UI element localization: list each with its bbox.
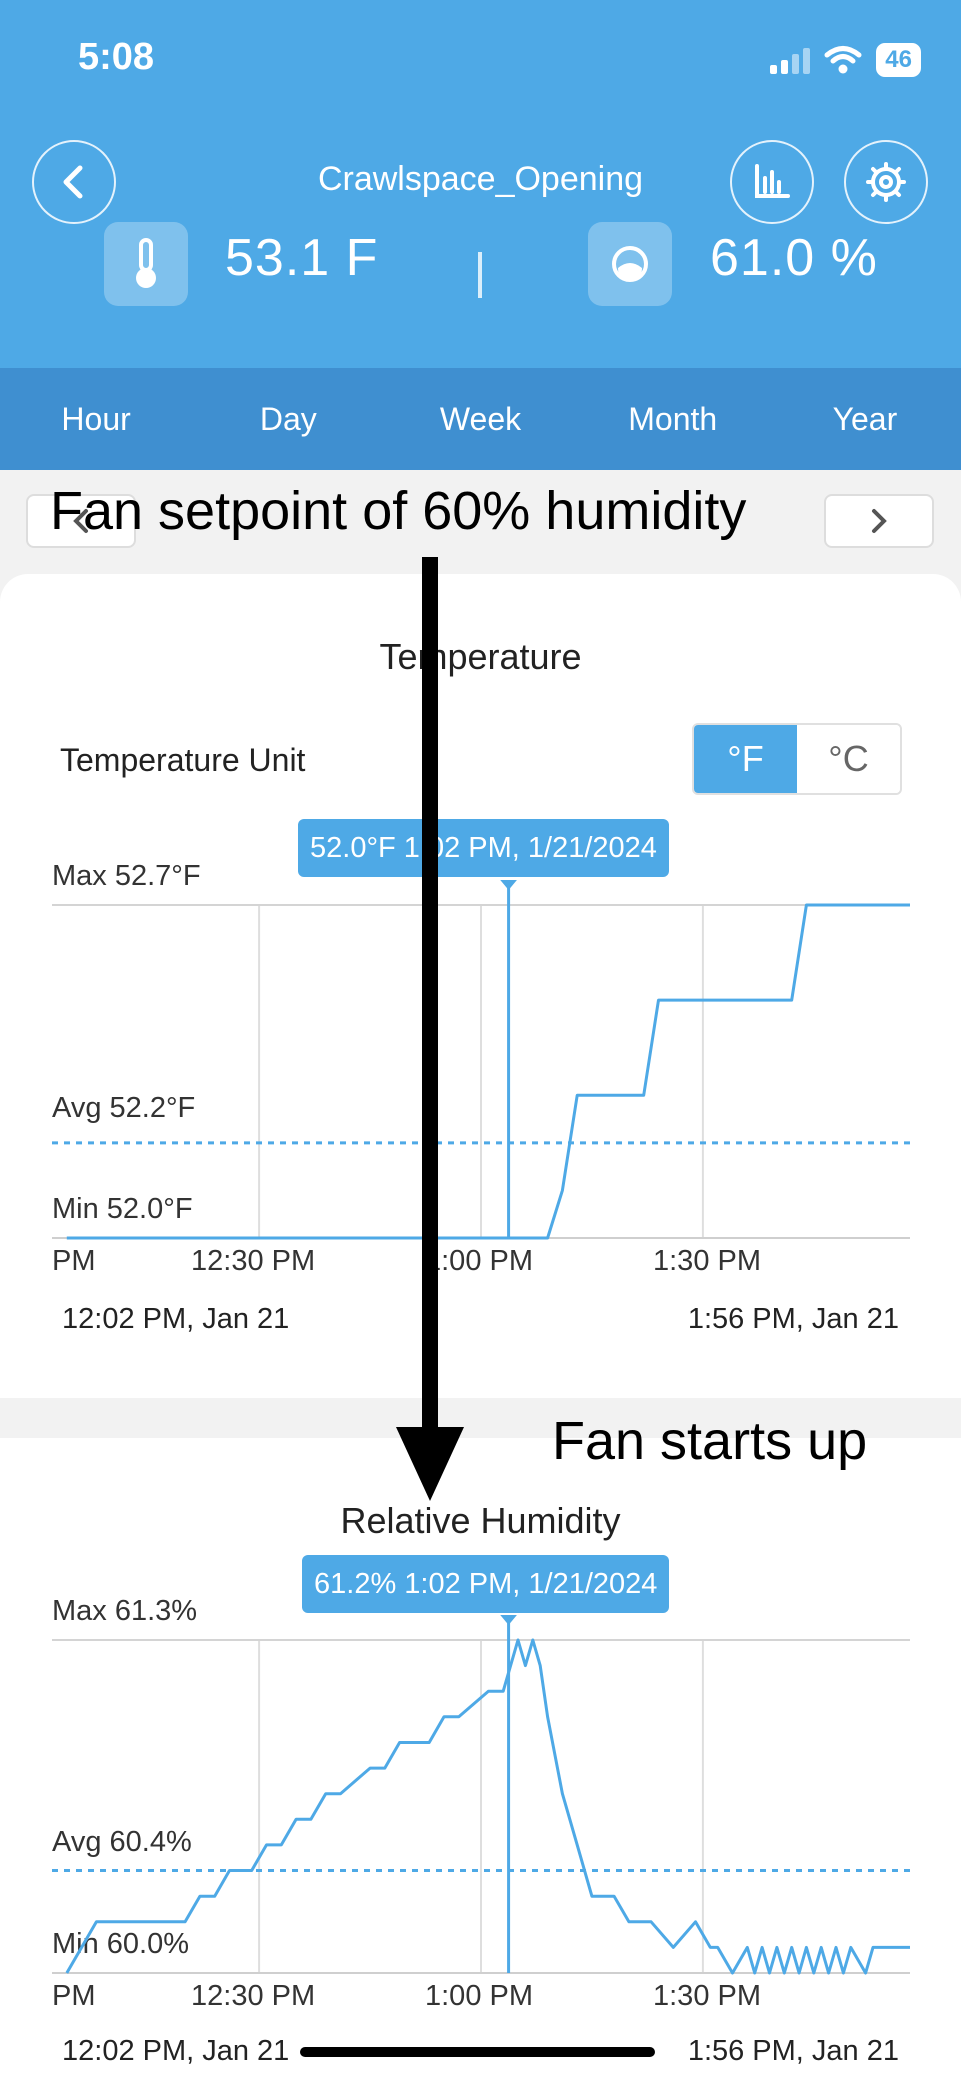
chart-button[interactable] — [730, 140, 814, 224]
humidity-chart-title: Relative Humidity — [340, 1500, 621, 1541]
home-indicator[interactable] — [300, 2047, 655, 2057]
gear-icon — [866, 162, 906, 202]
temp-tooltip-pointer — [500, 880, 517, 890]
unit-fahrenheit[interactable]: °F — [694, 725, 797, 793]
device-title: Crawlspace_Opening — [317, 160, 644, 198]
humidity-icon — [612, 246, 648, 282]
temperature-tooltip: 52.0°F 1:02 PM, 1/21/2024 — [298, 819, 669, 877]
temperature-unit-label: Temperature Unit — [60, 742, 306, 778]
hum-tick-0: PM — [52, 1980, 96, 2012]
wifi-icon — [824, 46, 862, 74]
temp-series-line — [66, 903, 910, 1240]
setpoint-annotation: Fan setpoint of 60% humidity — [50, 481, 747, 541]
hum-tick-1: 12:30 PM — [191, 1980, 316, 2012]
tab-hour[interactable]: Hour — [0, 368, 192, 470]
next-button[interactable] — [824, 494, 934, 548]
humidity-reading: 61.0 % — [710, 229, 878, 287]
reading-divider — [478, 252, 482, 298]
temp-tick-3: 1:30 PM — [653, 1245, 761, 1277]
battery-indicator: 46 — [876, 43, 921, 77]
thermometer-icon-box — [104, 222, 188, 306]
temperature-reading: 53.1 F — [225, 229, 379, 287]
temperature-chart-title: Temperature — [379, 636, 582, 677]
status-time: 5:08 — [78, 36, 155, 78]
temperature-unit-toggle: °F °C — [692, 723, 902, 795]
temp-range-end: 1:56 PM, Jan 21 — [687, 1303, 899, 1335]
signal-icon — [770, 46, 811, 74]
humidity-tooltip: 61.2% 1:02 PM, 1/21/2024 — [302, 1555, 670, 1613]
thermometer-icon — [136, 238, 156, 288]
tab-year[interactable]: Year — [769, 368, 961, 470]
temp-range-start: 12:02 PM, Jan 21 — [62, 1303, 290, 1335]
hum-range-end: 1:56 PM, Jan 21 — [687, 2035, 899, 2067]
status-icons: 46 — [770, 40, 921, 80]
temp-tick-1: 12:30 PM — [191, 1245, 316, 1277]
hum-tick-2: 1:00 PM — [425, 1980, 533, 2012]
chart-icon — [755, 164, 790, 198]
hum-series-line — [65, 1638, 910, 1975]
tab-month[interactable]: Month — [577, 368, 769, 470]
humidity-chart — [52, 1615, 910, 1975]
fan-start-annotation: Fan starts up — [552, 1411, 868, 1471]
period-tabs: Hour Day Week Month Year — [0, 368, 961, 470]
hum-tooltip-pointer — [500, 1615, 517, 1625]
settings-button[interactable] — [844, 140, 928, 224]
hum-range-start: 12:02 PM, Jan 21 — [62, 2035, 290, 2067]
temp-tick-0: PM — [52, 1245, 96, 1277]
tab-week[interactable]: Week — [384, 368, 576, 470]
temperature-chart — [52, 880, 910, 1240]
humidity-icon-box — [588, 222, 672, 306]
chevron-right-icon — [872, 509, 887, 533]
hum-tick-3: 1:30 PM — [653, 1980, 761, 2012]
annotation-arrow — [396, 557, 464, 1501]
tab-day[interactable]: Day — [192, 368, 384, 470]
unit-celsius[interactable]: °C — [797, 725, 900, 793]
